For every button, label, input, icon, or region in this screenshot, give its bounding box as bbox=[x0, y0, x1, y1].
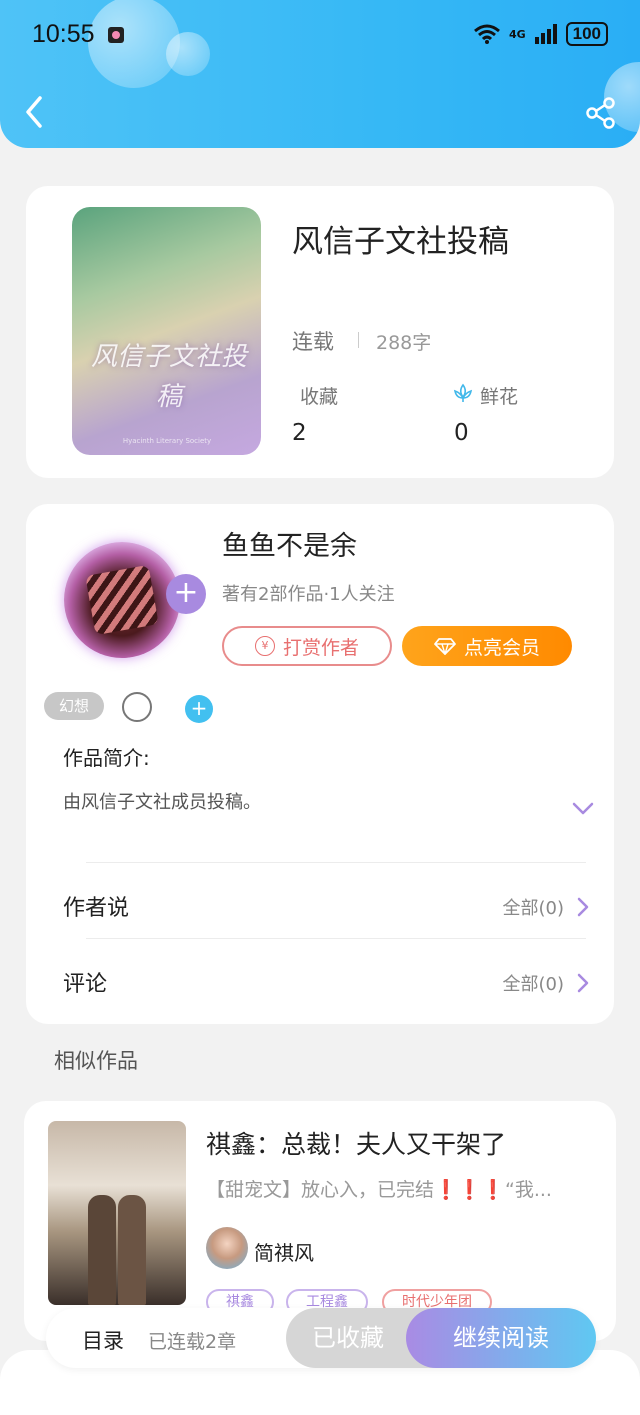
book-status: 连载 bbox=[292, 330, 334, 354]
header: 10:55 4G 100 bbox=[0, 0, 640, 148]
chevron-left-icon bbox=[26, 96, 42, 128]
tip-author-button[interactable]: ¥ 打赏作者 bbox=[222, 626, 392, 666]
flowers-count: 0 bbox=[454, 420, 469, 446]
follow-button[interactable]: + bbox=[166, 574, 206, 614]
status-time: 10:55 bbox=[32, 20, 95, 48]
intro-text: 由风信子文社成员投稿。 bbox=[63, 792, 261, 813]
signal-icon bbox=[534, 24, 557, 44]
author-name[interactable]: 鱼鱼不是余 bbox=[222, 524, 357, 563]
diamond-icon bbox=[434, 638, 456, 655]
author-card: + 鱼鱼不是余 著有2部作品·1人关注 ¥ 打赏作者 点亮会员 幻想 + 作品简… bbox=[26, 504, 614, 1024]
favorites-count: 2 bbox=[292, 420, 307, 446]
flowers-label: 鲜花 bbox=[480, 386, 519, 408]
cover-figure bbox=[88, 1195, 116, 1305]
tip-author-label: 打赏作者 bbox=[282, 636, 359, 659]
divider bbox=[86, 862, 586, 863]
share-button[interactable] bbox=[584, 96, 618, 130]
similar-work-description: 【甜宠文】放心入，已完结❗❗❗“我... bbox=[206, 1179, 552, 1201]
author-stats: 著有2部作品·1人关注 bbox=[222, 584, 395, 605]
similar-work-cover[interactable] bbox=[48, 1121, 186, 1305]
network-type: 4G bbox=[508, 27, 526, 41]
chevron-right-icon bbox=[577, 973, 589, 993]
status-bar: 10:55 4G 100 bbox=[32, 18, 608, 52]
flower-icon bbox=[453, 383, 473, 402]
add-tag-button[interactable]: + bbox=[185, 695, 213, 723]
avatar bbox=[206, 1227, 248, 1269]
favorites-label: 收藏 bbox=[300, 386, 339, 408]
chevron-down-icon[interactable] bbox=[572, 802, 594, 816]
tag-placeholder[interactable] bbox=[122, 692, 152, 722]
comments-count: 全部(0) bbox=[502, 974, 565, 995]
chevron-right-icon bbox=[577, 897, 589, 917]
share-icon bbox=[586, 97, 615, 129]
genre-tag[interactable]: 幻想 bbox=[44, 692, 104, 720]
app-notification-icon bbox=[108, 27, 124, 43]
book-word-count: 288字 bbox=[376, 332, 432, 354]
book-info-card: 风信子文社投稿 Hyacinth Literary Society 风信子文社投… bbox=[26, 186, 614, 478]
continue-reading-button[interactable]: 继续阅读 bbox=[406, 1308, 596, 1368]
cover-subtitle-text: Hyacinth Literary Society bbox=[122, 437, 212, 445]
similar-work-title: 祺鑫：总裁！夫人又干架了 bbox=[206, 1130, 507, 1159]
divider bbox=[358, 332, 359, 348]
author-avatar-wrap[interactable]: + bbox=[52, 528, 206, 668]
wifi-icon bbox=[473, 24, 500, 44]
book-cover[interactable]: 风信子文社投稿 Hyacinth Literary Society bbox=[72, 207, 261, 455]
comments-label: 评论 bbox=[63, 972, 108, 997]
chapter-count: 已连载2章 bbox=[148, 1331, 237, 1353]
book-title: 风信子文社投稿 bbox=[292, 224, 509, 260]
vip-button[interactable]: 点亮会员 bbox=[402, 626, 572, 666]
intro-label: 作品简介: bbox=[63, 746, 150, 770]
cover-figure bbox=[118, 1195, 146, 1305]
author-says-label: 作者说 bbox=[63, 896, 130, 921]
status-right: 4G 100 bbox=[473, 22, 608, 46]
yuan-icon: ¥ bbox=[254, 636, 275, 656]
similar-work-author: 简祺风 bbox=[254, 1241, 314, 1265]
battery-indicator: 100 bbox=[565, 22, 608, 46]
author-says-count: 全部(0) bbox=[502, 898, 565, 919]
similar-section-title: 相似作品 bbox=[54, 1049, 138, 1073]
table-of-contents-button[interactable]: 目录 bbox=[82, 1325, 124, 1355]
back-button[interactable] bbox=[18, 92, 52, 132]
similar-work-card[interactable]: 祺鑫：总裁！夫人又干架了 【甜宠文】放心入，已完结❗❗❗“我... 简祺风 祺鑫… bbox=[24, 1101, 616, 1341]
cover-title-text: 风信子文社投稿 bbox=[90, 342, 247, 412]
vip-label: 点亮会员 bbox=[463, 636, 540, 659]
avatar-image bbox=[85, 564, 159, 636]
divider bbox=[86, 938, 586, 939]
